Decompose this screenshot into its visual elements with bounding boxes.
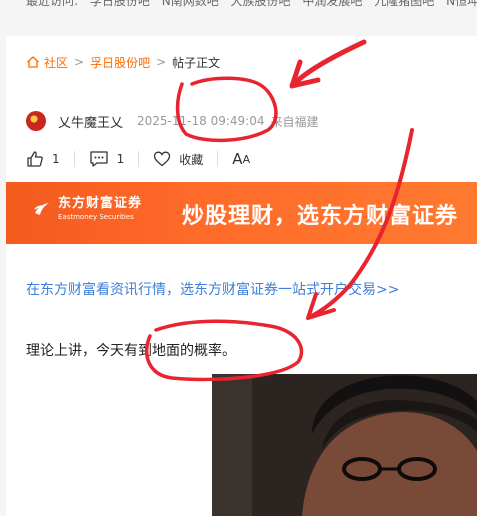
font-size-button[interactable]: A A [232,150,250,168]
recent-link-5[interactable]: 九隆猪图吧 [374,0,434,8]
recent-visits-bar: 最近访问: 孚日股份吧 N南网数吧 大族股份吧 中润发展吧 九隆猪图吧 N恒坤吧… [0,0,477,24]
post-meta: 乂牛魔王乂 2025-11-18 09:49:04 来自福建 [26,110,318,132]
eastmoney-logo-icon [34,203,49,215]
eastmoney-logo: 东方财富证券 Eastmoney Securities [32,196,142,222]
comment-count: 1 [116,152,125,166]
divider [138,151,140,167]
home-crumb[interactable]: 社区 [26,54,68,71]
recent-link-3[interactable]: 大族股份吧 [231,0,291,8]
like-count: 1 [52,152,60,166]
avatar[interactable] [26,111,46,131]
heart-icon [154,151,171,167]
post-time: 2025-11-18 09:49:04 [137,114,265,128]
recent-link-6[interactable]: N恒坤吧 [446,0,477,8]
comment-icon [89,151,108,167]
banner-slogan: 炒股理财，选东方财富证券 [182,204,459,229]
recent-link-4[interactable]: 中润发展吧 [302,0,362,8]
like-button[interactable]: 1 [26,150,60,168]
comment-button[interactable]: 1 [89,150,125,168]
recent-link-1[interactable]: 孚日股份吧 [90,0,150,8]
ad-banner[interactable]: 东方财富证券 Eastmoney Securities 炒股理财，选东方财富证券 [6,182,477,244]
breadcrumb-bar-link[interactable]: 孚日股份吧 [90,54,150,71]
divider [73,151,75,167]
post-card: 社区 > 孚日股份吧 > 帖子正文 乂牛魔王乂 2025-11-18 09:49… [6,36,477,516]
breadcrumb-current: 帖子正文 [172,55,221,70]
font-size-big: A [232,150,243,168]
logo-cn-text: 东方财富证券 [58,196,143,211]
logo-en-text: Eastmoney Securities [58,213,134,221]
post-paragraph: 理论上讲，今天有到地面的概率。 [26,343,236,359]
font-size-small: A [242,152,251,166]
author-name[interactable]: 乂牛魔王乂 [58,112,123,131]
post-image[interactable] [212,374,477,516]
breadcrumb-home-link[interactable]: 社区 [44,54,68,71]
recent-link-2[interactable]: N南网数吧 [162,0,219,8]
person-photo [212,374,477,516]
thumbs-up-icon [27,151,43,167]
recent-visits-label: 最近访问: [26,0,79,8]
collect-label: 收藏 [179,152,204,167]
breadcrumb-separator: > [156,55,167,69]
post-origin: 来自福建 [270,114,319,129]
breadcrumb-separator: > [74,55,85,69]
collect-button[interactable]: 收藏 [153,150,203,168]
divider [217,151,219,167]
open-account-link[interactable]: 在东方财富看资讯行情，选东方财富证券一站式开户交易>> [26,279,399,299]
post-actions: 1 1 收藏 A A [26,146,250,172]
breadcrumb: 社区 > 孚日股份吧 > 帖子正文 [26,52,220,72]
home-icon [27,56,39,68]
